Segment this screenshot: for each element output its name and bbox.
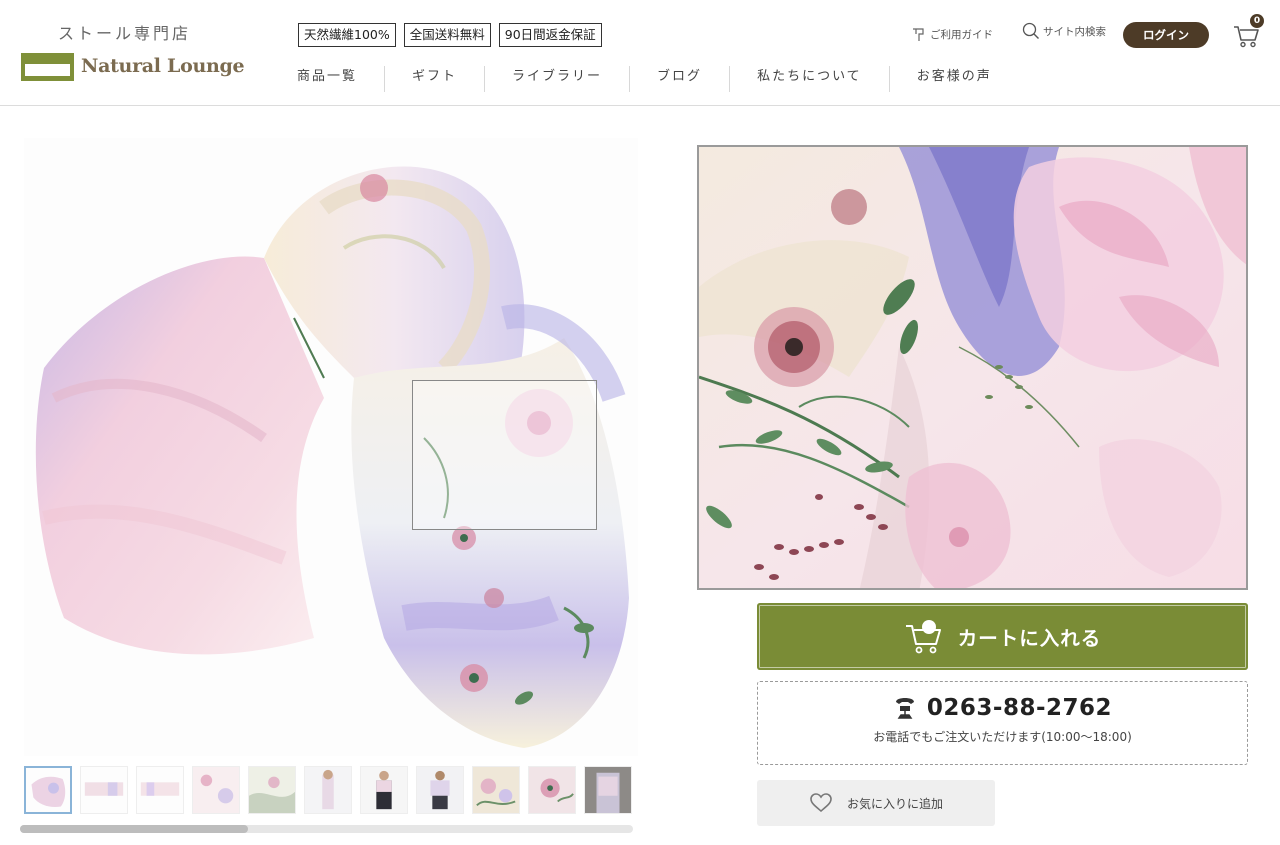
- site-search-link[interactable]: サイト内検索: [1022, 22, 1106, 40]
- scrollbar-thumb[interactable]: [20, 825, 248, 833]
- cart-count-badge: 0: [1250, 14, 1264, 28]
- search-label: サイト内検索: [1043, 25, 1106, 38]
- add-to-cart-label: カートに入れる: [957, 627, 1102, 650]
- nav-gift[interactable]: ギフト: [385, 66, 486, 92]
- nav-products[interactable]: 商品一覧: [270, 66, 386, 92]
- add-to-favorites-button[interactable]: お気に入りに追加: [757, 780, 995, 826]
- nav-about[interactable]: 私たちについて: [730, 66, 890, 92]
- add-to-cart-button[interactable]: カートに入れる: [757, 603, 1248, 670]
- badge-free-shipping: 全国送料無料: [403, 23, 491, 47]
- logo-mark: [21, 53, 74, 81]
- site-logo[interactable]: ストール専門店 Natural Lounge: [20, 16, 260, 88]
- login-button[interactable]: ログイン: [1123, 22, 1209, 48]
- logo-brand-name: Natural Lounge: [81, 55, 245, 77]
- nav-library[interactable]: ライブラリー: [485, 66, 631, 92]
- thumbnail-scrollbar[interactable]: [20, 825, 633, 833]
- thumbnail[interactable]: [24, 766, 72, 814]
- guide-icon: [913, 28, 924, 41]
- thumbnail-strip: [24, 766, 634, 818]
- heart-icon: [810, 793, 832, 813]
- guide-link[interactable]: ご利用ガイド: [911, 26, 993, 42]
- cart-icon: [905, 619, 941, 653]
- thumbnail[interactable]: [136, 766, 184, 814]
- zoom-preview-image: [699, 147, 1246, 588]
- thumbnail[interactable]: [192, 766, 240, 814]
- favorites-label: お気に入りに追加: [846, 796, 943, 811]
- global-nav: 商品一覧 ギフト ライブラリー ブログ 私たちについて お客様の声: [270, 66, 1019, 92]
- site-header: ストール専門店 Natural Lounge 天然繊維100% 全国送料無料 9…: [0, 0, 1280, 106]
- search-icon: [1022, 22, 1039, 39]
- telephone-icon: [895, 698, 914, 719]
- phone-order-box: 0263-88-2762 お電話でもご注文いただけます(10:00〜18:00): [757, 681, 1248, 765]
- zoom-preview: [697, 145, 1248, 590]
- zoom-lens[interactable]: [412, 380, 597, 530]
- logo-tagline: ストール専門店: [58, 24, 192, 43]
- badge-natural-fiber: 天然繊維100%: [298, 23, 396, 47]
- thumbnail[interactable]: [472, 766, 520, 814]
- thumbnail[interactable]: [416, 766, 464, 814]
- thumbnail[interactable]: [304, 766, 352, 814]
- phone-number[interactable]: 0263-88-2762: [927, 695, 1112, 721]
- thumbnail[interactable]: [248, 766, 296, 814]
- nav-reviews[interactable]: お客様の声: [890, 66, 1019, 92]
- guide-label: ご利用ガイド: [930, 28, 993, 41]
- thumbnail[interactable]: [360, 766, 408, 814]
- badge-refund-guarantee: 90日間返金保証: [498, 23, 602, 47]
- nav-blog[interactable]: ブログ: [630, 66, 731, 92]
- main-product-image[interactable]: [24, 138, 638, 756]
- feature-badges: 天然繊維100% 全国送料無料 90日間返金保証: [298, 23, 602, 47]
- thumbnail[interactable]: [80, 766, 128, 814]
- phone-hours-note: お電話でもご注文いただけます(10:00〜18:00): [873, 730, 1132, 744]
- thumbnail[interactable]: [528, 766, 576, 814]
- thumbnail[interactable]: [584, 766, 632, 814]
